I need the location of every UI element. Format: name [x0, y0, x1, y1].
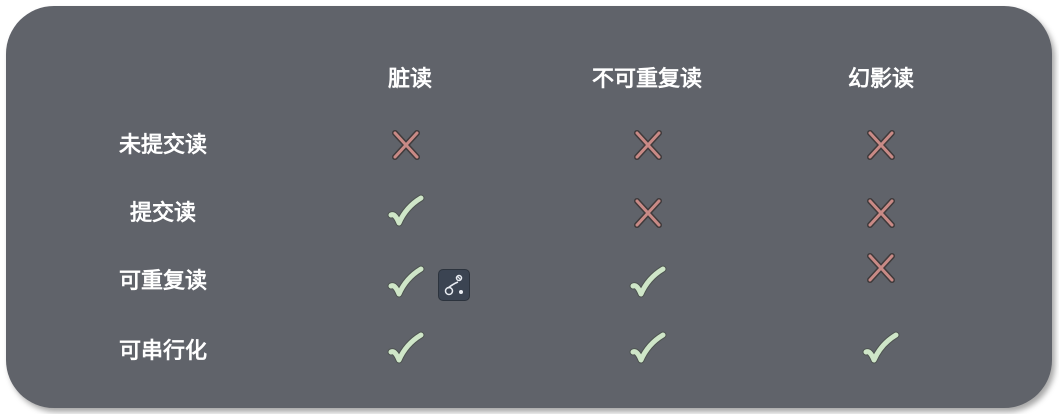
- column-header-dirty-read: 脏读: [387, 67, 433, 92]
- cross-icon: [628, 125, 668, 165]
- cross-icon: [861, 248, 901, 288]
- row-header-repeatable-read: 可重复读: [118, 269, 208, 294]
- cross-icon: [861, 125, 901, 165]
- translate-icon[interactable]: [439, 270, 469, 300]
- isolation-level-table: 脏读 不可重复读 幻影读 未提交读 提交读 可重复读 可串行化: [6, 6, 1052, 408]
- check-icon: [628, 264, 668, 304]
- check-icon: [861, 330, 901, 370]
- cross-icon: [628, 193, 668, 233]
- cross-icon: [386, 125, 426, 165]
- column-header-phantom-read: 幻影读: [847, 67, 915, 92]
- cross-icon: [861, 193, 901, 233]
- check-icon: [386, 330, 426, 370]
- column-header-non-repeatable-read: 不可重复读: [591, 67, 703, 92]
- check-icon: [628, 330, 668, 370]
- row-header-read-uncommitted: 未提交读: [118, 133, 208, 158]
- row-header-serializable: 可串行化: [118, 339, 208, 364]
- check-icon: [386, 193, 426, 233]
- row-header-read-committed: 提交读: [129, 201, 197, 226]
- check-icon: [386, 264, 426, 304]
